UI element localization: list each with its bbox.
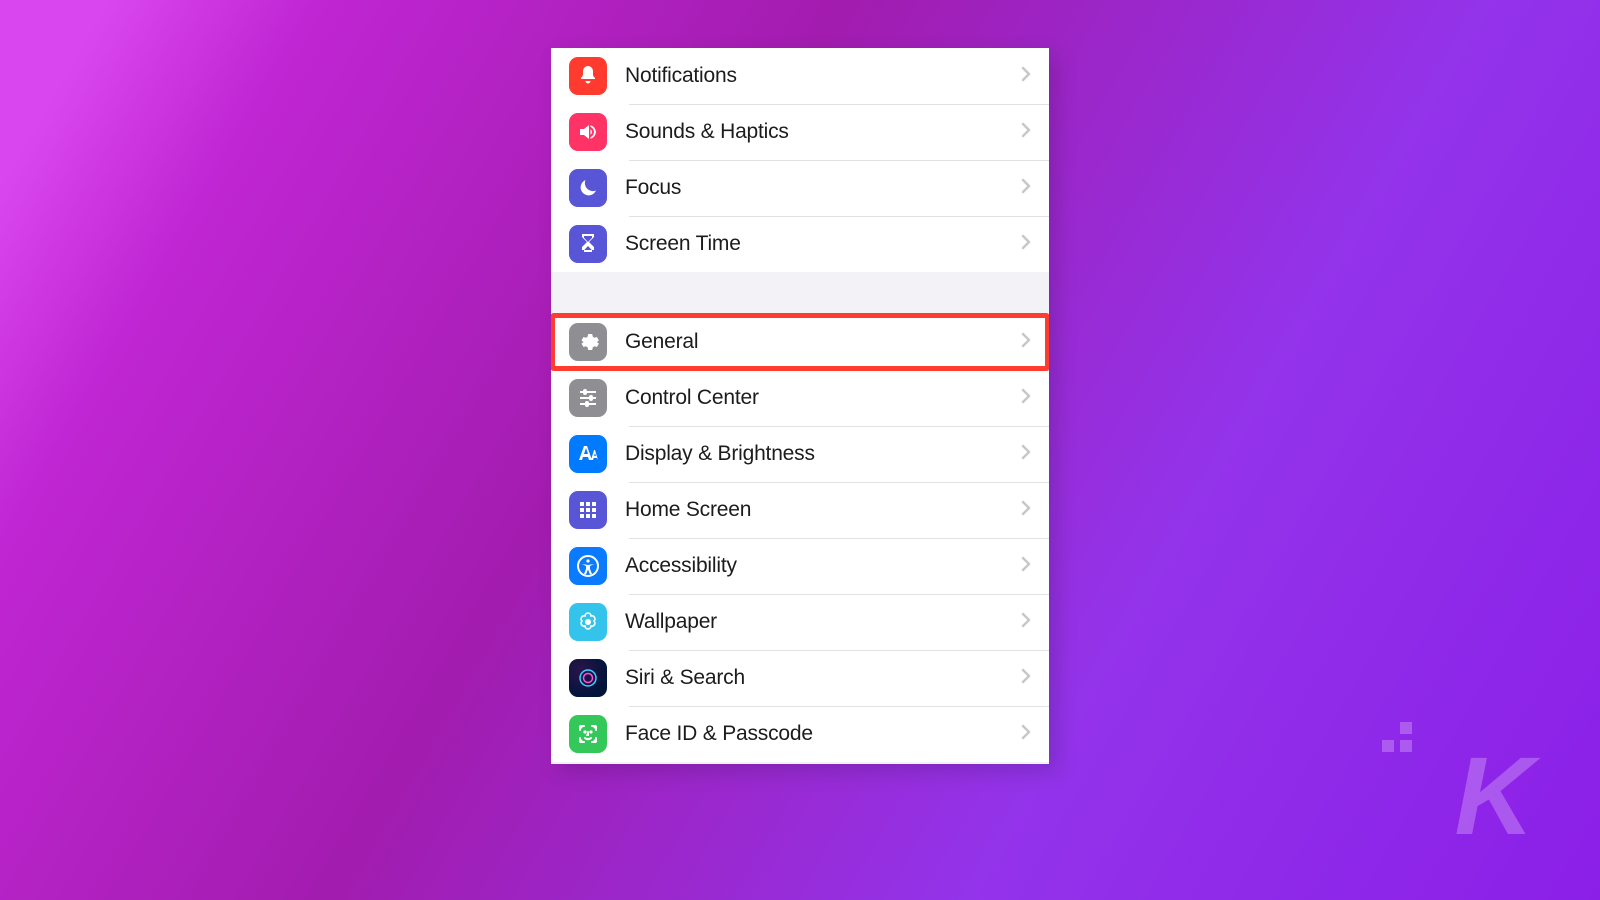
chevron-right-icon xyxy=(1021,332,1031,353)
chevron-right-icon xyxy=(1021,444,1031,465)
chevron-right-icon xyxy=(1021,234,1031,255)
chevron-right-icon xyxy=(1021,668,1031,689)
label-control-center: Control Center xyxy=(625,386,1021,410)
hourglass-icon xyxy=(569,225,607,263)
label-sounds-haptics: Sounds & Haptics xyxy=(625,120,1021,144)
row-focus[interactable]: Focus xyxy=(551,160,1049,216)
chevron-right-icon xyxy=(1021,556,1031,577)
label-accessibility: Accessibility xyxy=(625,554,1021,578)
row-faceid-passcode[interactable]: Face ID & Passcode xyxy=(551,706,1049,762)
chevron-right-icon xyxy=(1021,122,1031,143)
flower-icon xyxy=(569,603,607,641)
chevron-right-icon xyxy=(1021,724,1031,745)
label-focus: Focus xyxy=(625,176,1021,200)
label-notifications: Notifications xyxy=(625,64,1021,88)
accessibility-icon xyxy=(569,547,607,585)
speaker-icon xyxy=(569,113,607,151)
settings-screen: Notifications Sounds & Haptics Focus Scr… xyxy=(551,48,1049,764)
label-siri-search: Siri & Search xyxy=(625,666,1021,690)
row-display-brightness[interactable]: Display & Brightness xyxy=(551,426,1049,482)
row-general[interactable]: General xyxy=(551,314,1049,370)
row-home-screen[interactable]: Home Screen xyxy=(551,482,1049,538)
grid-icon xyxy=(569,491,607,529)
chevron-right-icon xyxy=(1021,178,1031,199)
chevron-right-icon xyxy=(1021,612,1031,633)
row-screen-time[interactable]: Screen Time xyxy=(551,216,1049,272)
chevron-right-icon xyxy=(1021,66,1031,87)
settings-group-1: Notifications Sounds & Haptics Focus Scr… xyxy=(551,48,1049,272)
watermark-dots xyxy=(1382,722,1412,752)
moon-icon xyxy=(569,169,607,207)
sliders-icon xyxy=(569,379,607,417)
gear-icon xyxy=(569,323,607,361)
row-wallpaper[interactable]: Wallpaper xyxy=(551,594,1049,650)
faceid-icon xyxy=(569,715,607,753)
row-sounds-haptics[interactable]: Sounds & Haptics xyxy=(551,104,1049,160)
chevron-right-icon xyxy=(1021,388,1031,409)
text-size-icon xyxy=(569,435,607,473)
row-accessibility[interactable]: Accessibility xyxy=(551,538,1049,594)
label-general: General xyxy=(625,330,1021,354)
label-wallpaper: Wallpaper xyxy=(625,610,1021,634)
watermark-k: K xyxy=(1455,733,1530,860)
label-home-screen: Home Screen xyxy=(625,498,1021,522)
row-control-center[interactable]: Control Center xyxy=(551,370,1049,426)
siri-icon xyxy=(569,659,607,697)
label-display-brightness: Display & Brightness xyxy=(625,442,1021,466)
settings-group-2: General Control Center Display & Brightn… xyxy=(551,314,1049,762)
chevron-right-icon xyxy=(1021,500,1031,521)
bell-icon xyxy=(569,57,607,95)
row-siri-search[interactable]: Siri & Search xyxy=(551,650,1049,706)
row-notifications[interactable]: Notifications xyxy=(551,48,1049,104)
label-faceid-passcode: Face ID & Passcode xyxy=(625,722,1021,746)
label-screen-time: Screen Time xyxy=(625,232,1021,256)
